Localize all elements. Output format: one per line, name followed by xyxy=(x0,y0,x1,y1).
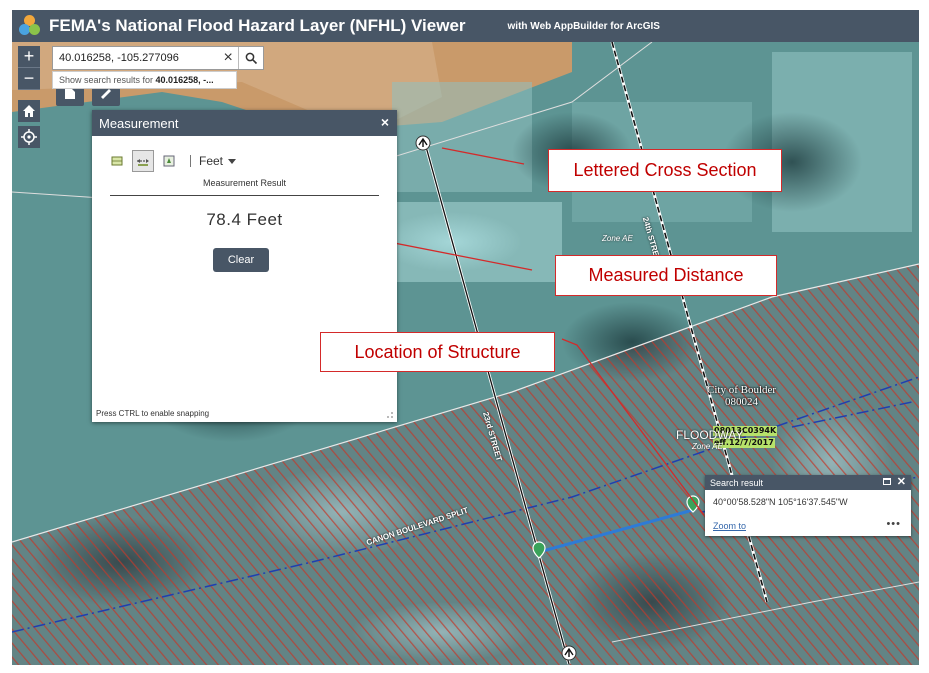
cross-section-marker[interactable] xyxy=(561,645,577,661)
suggestion-prefix: Show search results for xyxy=(59,75,156,85)
resize-handle-icon[interactable] xyxy=(386,411,394,419)
suggestion-value: 40.016258, -... xyxy=(155,75,214,85)
zone-label: Zone AE xyxy=(602,234,633,243)
app-subtitle: with Web AppBuilder for ArcGIS xyxy=(507,20,660,32)
area-tool-button[interactable] xyxy=(106,150,128,172)
result-divider xyxy=(110,195,379,196)
search-input[interactable] xyxy=(59,52,219,64)
more-options-icon[interactable]: ••• xyxy=(886,518,901,530)
floodway-label: FLOODWAY xyxy=(676,428,744,442)
search-icon xyxy=(245,52,257,64)
callout-cross-section: Lettered Cross Section xyxy=(548,149,782,192)
measurement-panel: Measurement × Feet Measurement Result 78… xyxy=(92,110,397,422)
callout-structure-location: Location of Structure xyxy=(320,332,555,372)
cross-section-marker[interactable] xyxy=(415,135,431,151)
home-icon xyxy=(23,105,35,117)
measurement-result-value: 78.4 Feet xyxy=(206,210,283,229)
search-suggestion[interactable]: Show search results for 40.016258, -... xyxy=(52,71,237,89)
area-icon xyxy=(111,156,123,166)
home-button[interactable] xyxy=(18,100,40,122)
distance-tool-button[interactable] xyxy=(132,150,154,172)
measurement-panel-title: Measurement xyxy=(99,115,179,131)
location-grid-icon xyxy=(163,155,175,167)
measurement-panel-header[interactable]: Measurement × xyxy=(92,110,397,136)
callout-measured-distance: Measured Distance xyxy=(555,255,777,296)
chevron-down-icon[interactable] xyxy=(228,158,237,164)
clear-button[interactable]: Clear xyxy=(213,248,269,272)
zone-label: Zone AE xyxy=(692,442,723,451)
app-window: City of Boulder 080024 08013C0394K eff.1… xyxy=(12,10,919,665)
zoom-to-link[interactable]: Zoom to xyxy=(713,521,746,531)
search-result-coordinates: 40°00'58.528"N 105°16'37.545"W xyxy=(713,497,848,507)
search-result-header: Search result ✕ xyxy=(705,475,911,490)
search-button[interactable] xyxy=(238,47,263,69)
app-logo-icon xyxy=(19,15,41,37)
app-header: FEMA's National Flood Hazard Layer (NFHL… xyxy=(12,10,919,42)
close-icon[interactable]: ✕ xyxy=(897,475,906,490)
building-block xyxy=(392,82,532,192)
distance-icon xyxy=(137,159,149,166)
zoom-in-button[interactable]: + xyxy=(18,46,40,68)
layers-icon xyxy=(65,89,75,99)
measurement-result-label: Measurement Result xyxy=(202,178,287,188)
search-result-popup: Search result ✕ 40°00'58.528"N 105°16'37… xyxy=(705,475,911,536)
unit-select[interactable]: Feet xyxy=(199,154,223,168)
ruler-icon xyxy=(101,89,111,99)
location-tool-button[interactable] xyxy=(158,150,180,172)
close-icon[interactable]: × xyxy=(381,114,389,130)
locate-icon xyxy=(21,129,37,145)
tool-separator xyxy=(190,155,191,167)
snapping-hint: Press CTRL to enable snapping xyxy=(96,409,210,418)
search-result-title: Search result xyxy=(710,477,764,488)
search-clear-icon[interactable]: × xyxy=(218,49,238,67)
zoom-out-button[interactable]: − xyxy=(18,68,40,90)
measurement-tools: Feet xyxy=(106,150,237,172)
my-location-button[interactable] xyxy=(18,126,40,148)
city-label: City of Boulder 080024 xyxy=(707,384,777,408)
search-box[interactable]: × xyxy=(52,46,264,70)
app-title: FEMA's National Flood Hazard Layer (NFHL… xyxy=(49,16,466,35)
maximize-icon[interactable] xyxy=(883,478,891,485)
